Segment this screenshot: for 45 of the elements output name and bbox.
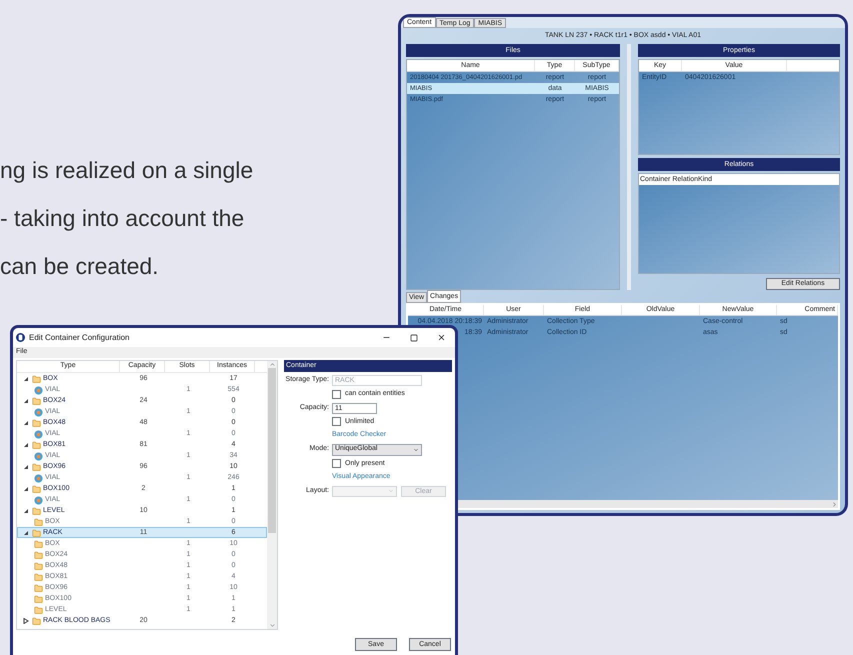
checkbox[interactable] [332, 459, 341, 468]
folder-icon [34, 550, 43, 560]
app-icon [16, 333, 25, 342]
folder-icon [32, 528, 41, 538]
body-text: ng is realized on a single - taking into account the can be created. [0, 156, 254, 281]
folder-icon [32, 418, 41, 428]
expanded-triangle-icon[interactable] [23, 508, 29, 514]
vertical-scrollbar[interactable] [267, 361, 277, 629]
folder-icon [34, 518, 43, 527]
folder-icon [34, 540, 43, 549]
sample-circle-icon [34, 496, 43, 505]
folder-icon [32, 374, 41, 384]
folder-icon [32, 440, 41, 450]
folder-icon [34, 594, 43, 604]
sample-circle-icon [34, 474, 43, 483]
folder-icon [32, 484, 41, 494]
maximize-icon[interactable] [410, 334, 418, 342]
window-title: Edit Container Configuration [29, 332, 130, 344]
folder-icon [32, 462, 41, 472]
sample-circle-icon [34, 452, 43, 461]
sample-circle-icon [34, 408, 43, 417]
folder-icon [34, 562, 43, 571]
expanded-triangle-icon[interactable] [23, 530, 29, 536]
dropdown-caret-icon [388, 488, 394, 494]
sample-circle-icon [34, 430, 43, 439]
expanded-triangle-icon[interactable] [23, 376, 29, 382]
expanded-triangle-icon[interactable] [23, 464, 29, 470]
expanded-triangle-icon[interactable] [23, 442, 29, 448]
scroll-right-icon[interactable] [831, 500, 838, 508]
scrollbar-thumb[interactable] [268, 368, 276, 533]
sample-circle-icon [34, 386, 43, 395]
dropdown-caret-icon [413, 446, 419, 452]
folder-icon [32, 506, 41, 516]
folder-icon [34, 572, 43, 582]
collapsed-triangle-icon[interactable] [23, 618, 29, 624]
expanded-triangle-icon[interactable] [23, 398, 29, 404]
checkbox[interactable] [332, 417, 341, 426]
folder-icon [34, 584, 43, 593]
close-icon[interactable] [437, 333, 446, 342]
folder-icon [32, 616, 41, 626]
checkbox[interactable] [332, 390, 341, 399]
folder-icon [34, 606, 43, 615]
expanded-triangle-icon[interactable] [23, 486, 29, 492]
expanded-triangle-icon[interactable] [23, 420, 29, 426]
folder-icon [32, 396, 41, 406]
